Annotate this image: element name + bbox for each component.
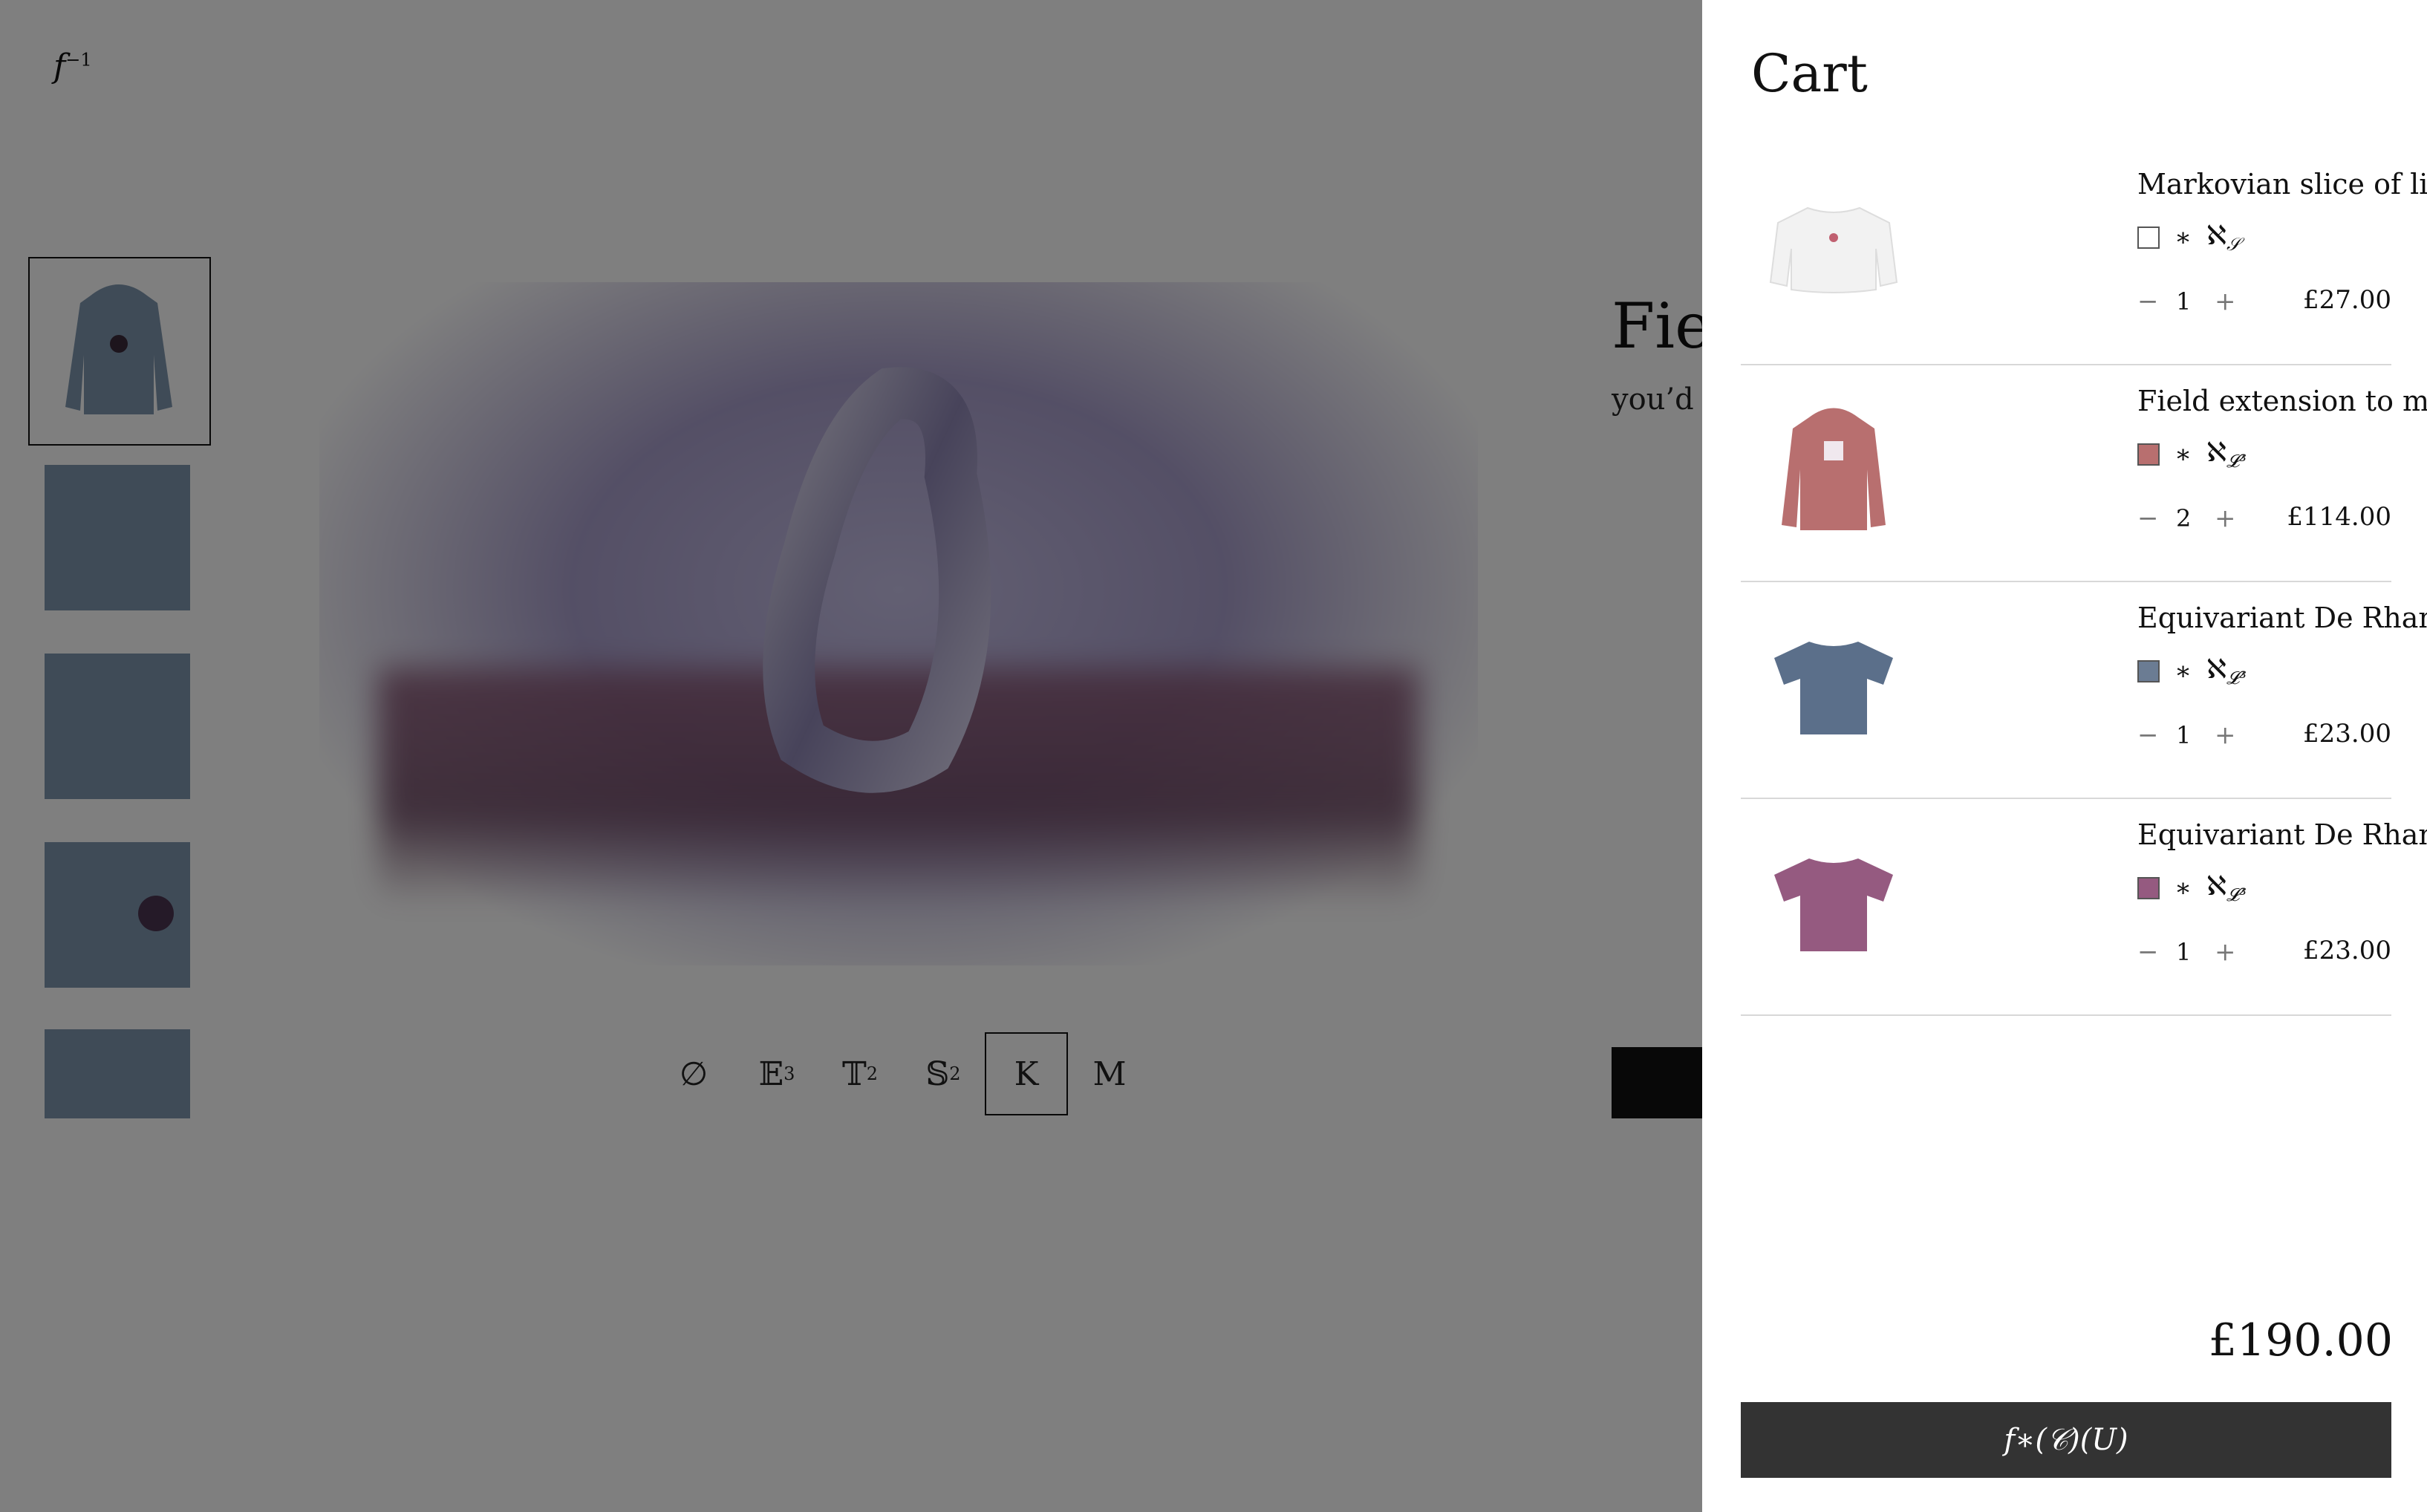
size-symbol: ℵ	[2206, 437, 2226, 468]
increment-button[interactable]: +	[2215, 287, 2253, 316]
checkout-button[interactable]: f∗(𝒞)(U)	[1741, 1402, 2391, 1478]
cart-item: Equivariant De Rham ∗ ℵ𝓛³ − 1 + £23.00	[1741, 799, 2427, 1016]
size-label: ℵ𝓛³	[2206, 871, 2247, 905]
increment-button[interactable]: +	[2215, 937, 2253, 967]
decrement-button[interactable]: −	[2137, 504, 2176, 533]
cart-item-name: Equivariant De Rham	[2137, 818, 2427, 851]
cart-item: Field extension to my heart ∗ ℵ𝓛³ − 2 + …	[1741, 365, 2427, 582]
cart-total: £190.00	[2208, 1314, 2393, 1366]
quantity-stepper: − 1 +	[2137, 719, 2253, 752]
cart-items: Markovian slice of life ∗ ℵ𝒮 − 1 + £27.0…	[1741, 149, 2427, 1016]
color-swatch	[2137, 227, 2160, 249]
cart-item-price: £27.00	[2303, 285, 2391, 315]
quantity-stepper: − 2 +	[2137, 502, 2253, 535]
size-symbol: ℵ	[2206, 220, 2226, 251]
color-swatch	[2137, 443, 2160, 466]
cart-item: Markovian slice of life ∗ ℵ𝒮 − 1 + £27.0…	[1741, 149, 2427, 365]
quantity-value: 1	[2176, 721, 2192, 749]
cart-item-variant: ∗ ℵ𝓛³	[2137, 437, 2247, 472]
cart-item: Equivariant De Rham ∗ ℵ𝓛³ − 1 + £23.00	[1741, 582, 2427, 799]
size-subscript: 𝓛³	[2226, 668, 2247, 689]
cart-item-name: Markovian slice of life	[2137, 168, 2427, 201]
slate-tshirt-image	[1774, 642, 1893, 734]
quantity-value: 1	[2176, 287, 2192, 316]
size-subscript: 𝓛³	[2226, 451, 2247, 472]
cart-item-variant: ∗ ℵ𝓛³	[2137, 654, 2247, 688]
cart-item-variant: ∗ ℵ𝒮	[2137, 221, 2241, 255]
decrement-button[interactable]: −	[2137, 287, 2176, 316]
cart-drawer: Cart Markovian slice of life ∗ ℵ𝒮 − 1 + …	[1702, 0, 2427, 1512]
increment-button[interactable]: +	[2215, 720, 2253, 750]
plum-tshirt-image	[1774, 858, 1893, 951]
variant-separator: ∗	[2174, 656, 2192, 686]
cart-item-name: Equivariant De Rham	[2137, 602, 2427, 634]
quantity-value: 1	[2176, 938, 2192, 966]
quantity-stepper: − 1 +	[2137, 936, 2253, 968]
variant-separator: ∗	[2174, 223, 2192, 252]
quantity-value: 2	[2176, 504, 2192, 532]
size-subscript: 𝒮	[2226, 234, 2241, 255]
white-sweatshirt-image	[1769, 206, 1898, 293]
size-symbol: ℵ	[2206, 870, 2226, 902]
increment-button[interactable]: +	[2215, 504, 2253, 533]
variant-separator: ∗	[2174, 440, 2192, 469]
cart-title: Cart	[1751, 43, 1868, 104]
size-label: ℵ𝓛³	[2206, 654, 2247, 688]
cart-item-price: £23.00	[2303, 936, 2391, 965]
cart-item-price: £23.00	[2303, 719, 2391, 749]
cart-item-variant: ∗ ℵ𝓛³	[2137, 871, 2247, 905]
decrement-button[interactable]: −	[2137, 720, 2176, 750]
decrement-button[interactable]: −	[2137, 937, 2176, 967]
color-swatch	[2137, 660, 2160, 682]
size-symbol: ℵ	[2206, 654, 2226, 685]
size-label: ℵ𝓛³	[2206, 437, 2247, 472]
rose-hoodie-image	[1782, 408, 1886, 530]
size-subscript: 𝓛³	[2226, 884, 2247, 906]
quantity-stepper: − 1 +	[2137, 285, 2253, 318]
cart-item-price: £114.00	[2287, 502, 2391, 532]
variant-separator: ∗	[2174, 873, 2192, 903]
color-swatch	[2137, 877, 2160, 899]
size-label: ℵ𝒮	[2206, 221, 2240, 255]
cart-item-name: Field extension to my heart	[2137, 385, 2427, 417]
